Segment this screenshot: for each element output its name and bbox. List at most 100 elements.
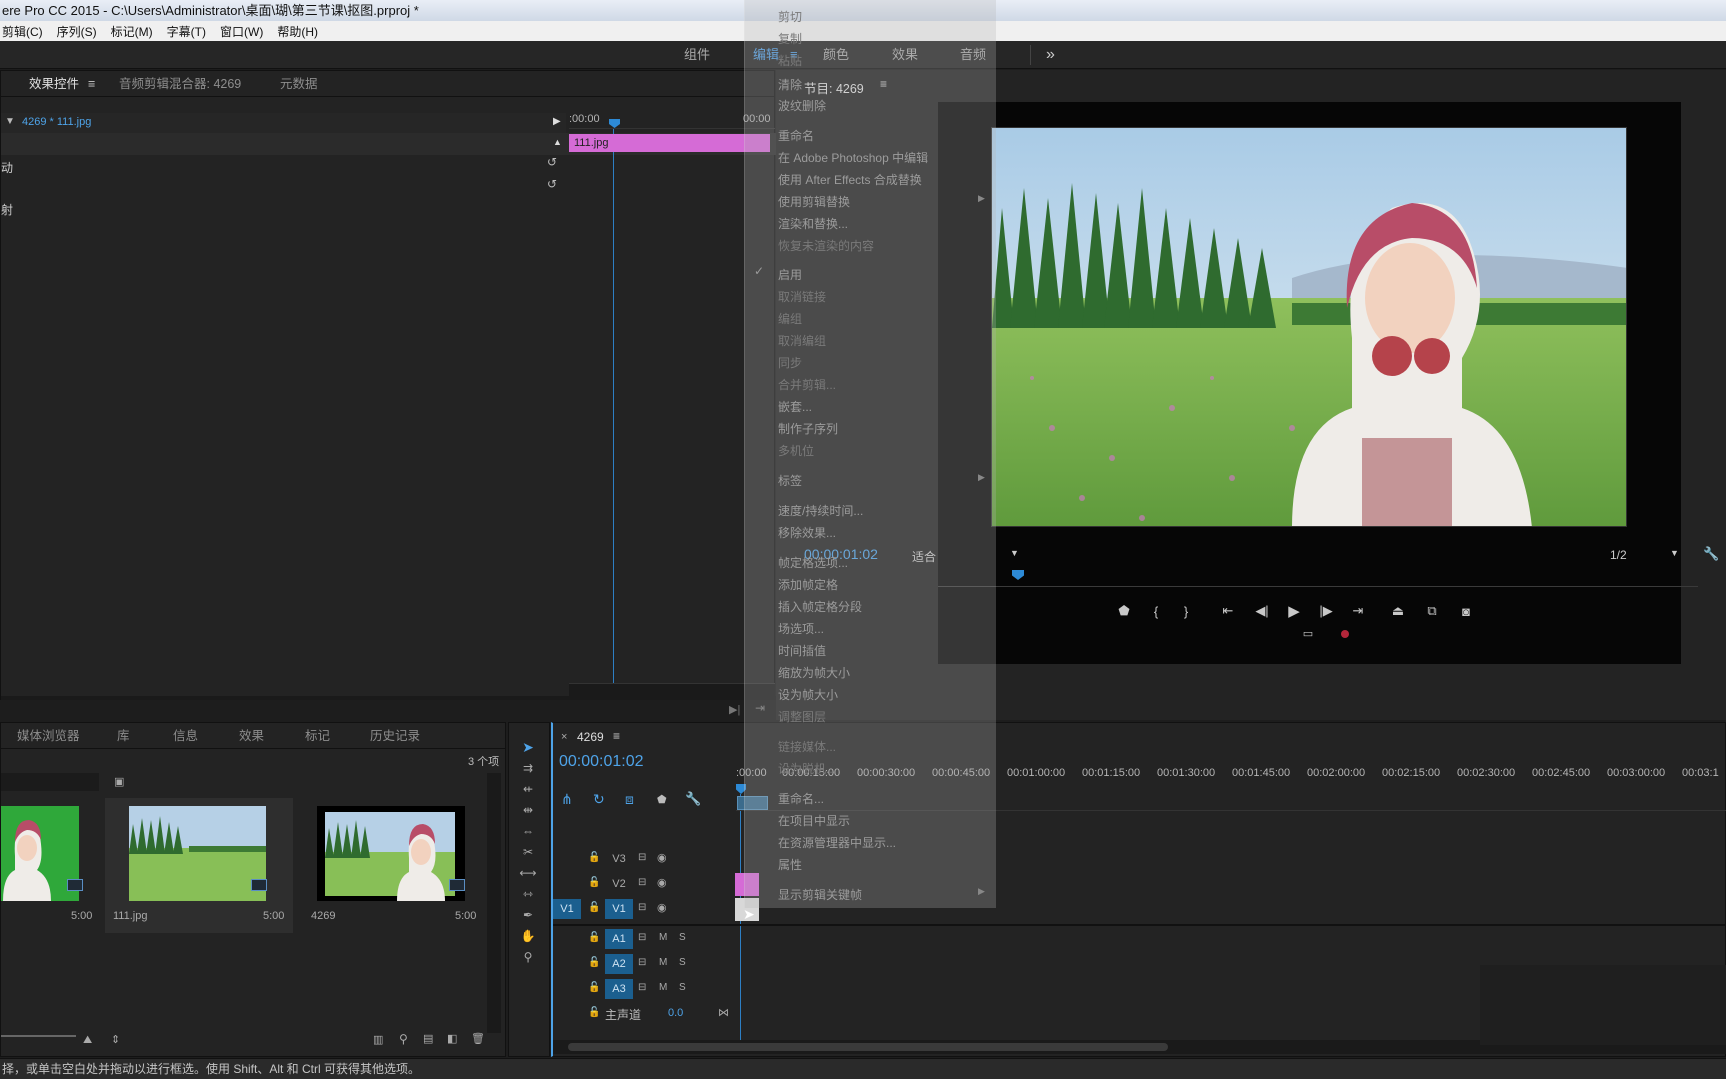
sync-lock-icon[interactable]: ⊟ — [638, 852, 646, 863]
resolution-dropdown[interactable]: 1/2 ▼ — [1610, 548, 1690, 566]
track-select-tool-icon[interactable]: ⇉ — [518, 759, 538, 777]
track-label-a1[interactable]: A1 — [605, 929, 633, 949]
sort-icon[interactable]: ⇕ — [111, 1033, 120, 1046]
menu-item-set-to-frame-size[interactable]: 设为帧大小 — [778, 686, 838, 703]
expand-triangle-icon[interactable]: ▼ — [5, 116, 15, 127]
lock-icon[interactable]: 🔓 — [588, 852, 600, 863]
eye-icon[interactable]: ◉ — [657, 901, 667, 914]
add-marker-icon[interactable]: ⬟ — [1114, 601, 1134, 621]
menu-item-paste[interactable]: 粘贴 — [778, 52, 802, 69]
menu-item-ripple-delete[interactable]: 波纹删除 — [778, 97, 826, 114]
mute-button[interactable]: M — [659, 982, 667, 993]
mark-in-icon[interactable]: { — [1146, 601, 1166, 621]
menu-item-clip[interactable]: 剪辑(C) — [2, 23, 43, 40]
sync-lock-icon[interactable]: ⊟ — [638, 982, 646, 993]
rolling-edit-tool-icon[interactable]: ⇹ — [518, 801, 538, 819]
sync-lock-icon[interactable]: ⊟ — [638, 902, 646, 913]
master-go-to-end-icon[interactable]: ⋈ — [718, 1006, 729, 1019]
play-icon[interactable]: ▶ — [1284, 601, 1304, 621]
lock-icon[interactable]: 🔓 — [588, 932, 600, 943]
zoom-slider[interactable] — [1, 1035, 76, 1037]
lock-icon[interactable]: 🔓 — [588, 877, 600, 888]
solo-button[interactable]: S — [679, 982, 686, 993]
tab-libraries[interactable]: 库 — [117, 723, 130, 749]
timeline-settings-wrench-icon[interactable]: 🔧 — [685, 791, 701, 807]
program-video-frame[interactable] — [991, 127, 1627, 527]
clip-label[interactable]: 4269 * 111.jpg — [22, 116, 91, 128]
menu-item-link-media[interactable]: 链接媒体... — [778, 738, 836, 755]
track-label-v1[interactable]: V1 — [605, 899, 633, 919]
menu-item-speed-duration[interactable]: 速度/持续时间... — [778, 502, 863, 519]
razor-tool-icon[interactable]: ✂ — [518, 843, 538, 861]
scrollbar-thumb[interactable] — [568, 1043, 1168, 1051]
menu-item-copy[interactable]: 复制 — [778, 30, 802, 47]
go-to-out-icon[interactable]: ⇥ — [1348, 601, 1368, 621]
new-bin-icon[interactable]: ▤ — [423, 1032, 433, 1045]
sync-lock-icon[interactable]: ⊟ — [638, 877, 646, 888]
menu-item-replace-with-ae[interactable]: 使用 After Effects 合成替换 — [778, 171, 922, 188]
menu-item-make-subsequence[interactable]: 制作子序列 — [778, 420, 838, 437]
solo-button[interactable]: S — [679, 932, 686, 943]
eye-icon[interactable]: ◉ — [657, 876, 667, 889]
eye-icon[interactable]: ◉ — [657, 851, 667, 864]
track-label-a2[interactable]: A2 — [605, 954, 633, 974]
menu-item-synchronize[interactable]: 同步 — [778, 354, 802, 371]
lift-icon[interactable]: ⏏ — [1388, 601, 1408, 621]
menu-item-cut[interactable]: 剪切 — [778, 8, 802, 25]
tab-markers[interactable]: 标记 — [305, 723, 330, 749]
menu-item-multi-camera[interactable]: 多机位 — [778, 442, 814, 459]
lock-icon[interactable]: 🔓 — [588, 902, 600, 913]
menu-item-time-interpolation[interactable]: 时间插值 — [778, 642, 826, 659]
add-edit-icon[interactable]: ⧈ — [625, 791, 634, 808]
track-label-a3[interactable]: A3 — [605, 979, 633, 999]
menu-item-frame-hold-options[interactable]: 帧定格选项... — [778, 554, 848, 571]
sync-lock-icon[interactable]: ⊟ — [638, 932, 646, 943]
solo-button[interactable]: S — [679, 957, 686, 968]
menu-item-properties[interactable]: 属性 — [778, 856, 802, 873]
track-label-v2[interactable]: V2 — [605, 874, 633, 894]
menu-item-rename[interactable]: 重命名 — [778, 127, 814, 144]
menu-item-show-clip-keyframes[interactable]: 显示剪辑关键帧 — [778, 886, 862, 903]
lock-icon[interactable]: 🔓 — [588, 1007, 600, 1018]
snap-icon[interactable]: ⋔ — [561, 791, 573, 808]
menu-item-rename-2[interactable]: 重命名... — [778, 790, 824, 807]
menu-item-merge-clips[interactable]: 合并剪辑... — [778, 376, 836, 393]
pen-tool-icon[interactable]: ✒ — [518, 906, 538, 924]
add-marker-icon[interactable]: ⬟ — [657, 793, 667, 806]
slide-tool-icon[interactable]: ⇿ — [518, 885, 538, 903]
tab-history[interactable]: 历史记录 — [370, 723, 420, 749]
export-frame-camera-icon[interactable]: ◙ — [1456, 601, 1476, 621]
mute-button[interactable]: M — [659, 957, 667, 968]
settings-wrench-icon[interactable]: 🔧 — [1703, 546, 1719, 562]
extract-icon[interactable]: ⧉ — [1422, 601, 1442, 621]
tab-info[interactable]: 信息 — [173, 723, 198, 749]
menu-item-render-and-replace[interactable]: 渲染和替换... — [778, 215, 848, 232]
tab-metadata[interactable]: 元数据 — [280, 71, 318, 97]
master-volume-value[interactable]: 0.0 — [668, 1007, 683, 1019]
menu-item-edit-in-photoshop[interactable]: 在 Adobe Photoshop 中编辑 — [778, 149, 928, 166]
mark-out-icon[interactable]: } — [1176, 601, 1196, 621]
project-item[interactable]: 5:00 — [1, 798, 99, 922]
project-item-selected[interactable]: 111.jpg 5:00 — [105, 798, 293, 933]
menu-item-window[interactable]: 窗口(W) — [220, 23, 263, 40]
lock-icon[interactable]: 🔓 — [588, 957, 600, 968]
step-back-icon[interactable]: ◀| — [1252, 601, 1272, 621]
step-forward-icon[interactable]: |▶ — [1316, 601, 1336, 621]
menu-item-title[interactable]: 字幕(T) — [167, 23, 206, 40]
tab-media-browser[interactable]: 媒体浏览器 — [17, 723, 80, 749]
lock-icon[interactable]: 🔓 — [588, 982, 600, 993]
go-to-in-icon[interactable]: ⇤ — [1218, 601, 1238, 621]
search-icon[interactable]: ⚲ — [399, 1032, 408, 1046]
search-input[interactable] — [1, 773, 99, 791]
menu-item-unlink[interactable]: 取消链接 — [778, 288, 826, 305]
linked-selection-icon[interactable]: ↻ — [593, 791, 605, 808]
new-bin-icon[interactable]: ▣ — [114, 775, 124, 788]
hand-tool-icon[interactable]: ✋ — [518, 927, 538, 945]
menu-item-sequence[interactable]: 序列(S) — [57, 23, 97, 40]
reset-icon[interactable]: ↺ — [547, 177, 557, 191]
menu-item-insert-frame-hold[interactable]: 插入帧定格分段 — [778, 598, 862, 615]
record-dot-icon[interactable] — [1341, 630, 1349, 638]
timeline-timecode[interactable]: 00:00:01:02 — [559, 753, 644, 771]
more-workspaces-icon[interactable]: » — [1046, 41, 1055, 69]
menu-item-adjustment-layer[interactable]: 调整图层 — [778, 708, 826, 725]
